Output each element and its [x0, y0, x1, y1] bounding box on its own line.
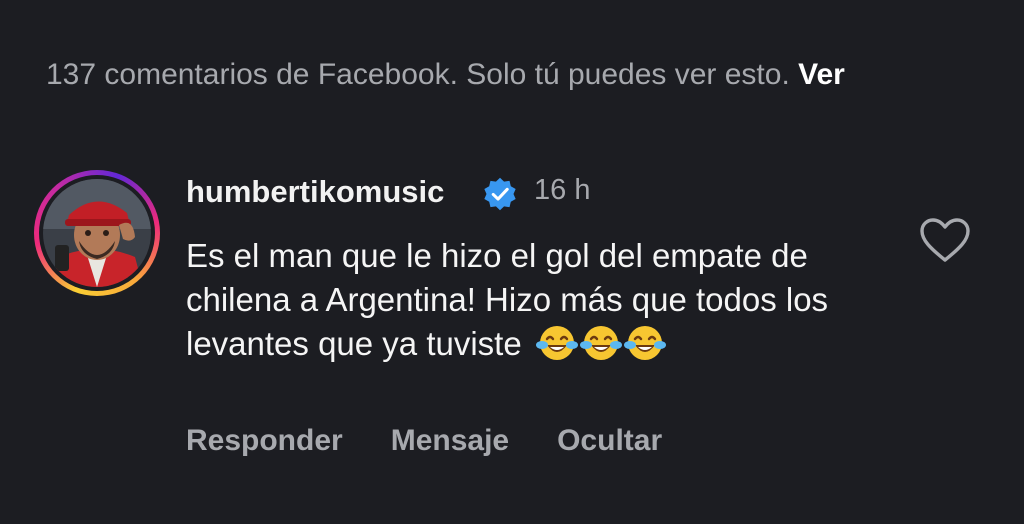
avatar[interactable]	[34, 170, 160, 296]
emoji-group	[535, 323, 667, 363]
view-link[interactable]: Ver	[798, 58, 845, 91]
comment-screen: 137 comentarios de Facebook. Solo tú pue…	[0, 0, 1024, 524]
verified-badge-icon	[484, 177, 516, 211]
comment-actions: Responder Mensaje Ocultar	[186, 424, 662, 458]
facebook-comments-notice: 137 comentarios de Facebook. Solo tú pue…	[46, 58, 845, 92]
notice-text: 137 comentarios de Facebook. Solo tú pue…	[46, 58, 790, 91]
comment-body: Es el man que le hizo el gol del empate …	[186, 234, 886, 366]
avatar-inner-border	[39, 175, 155, 291]
comment-text: Es el man que le hizo el gol del empate …	[186, 237, 829, 362]
reply-button[interactable]: Responder	[186, 424, 343, 458]
heart-outline-icon[interactable]	[918, 216, 972, 264]
hide-button[interactable]: Ocultar	[557, 424, 662, 458]
message-button[interactable]: Mensaje	[391, 424, 509, 458]
comment-username[interactable]: humbertikomusic	[186, 174, 444, 210]
comment-timestamp: 16 h	[534, 174, 591, 206]
avatar-photo	[43, 179, 151, 287]
face-with-tears-of-joy-emoji	[623, 326, 666, 360]
avatar-illustration	[43, 179, 151, 287]
face-with-tears-of-joy-emoji	[535, 326, 578, 360]
face-with-tears-of-joy-emoji	[579, 326, 622, 360]
